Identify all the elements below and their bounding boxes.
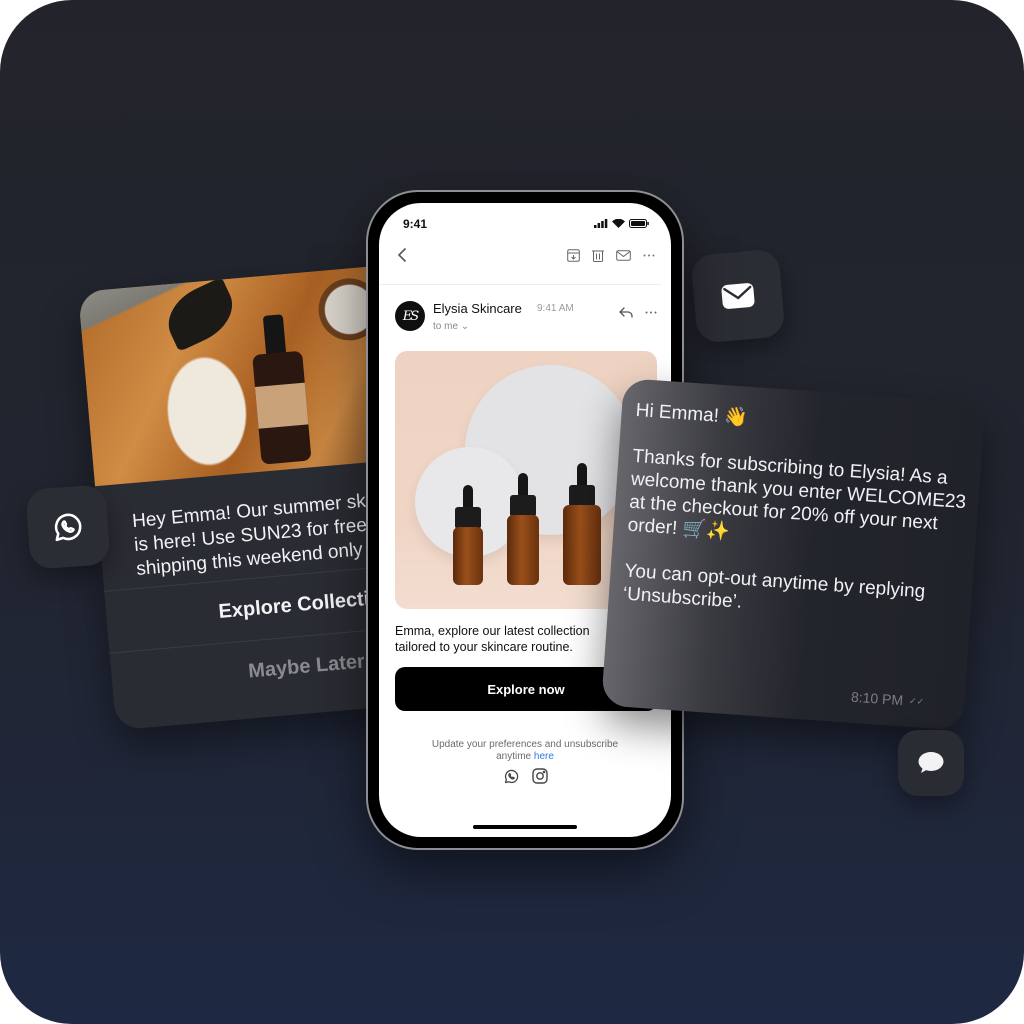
wifi-icon: [612, 219, 625, 228]
archive-icon[interactable]: [567, 249, 580, 262]
sent-time: 9:41 AM: [537, 303, 574, 314]
read-receipt-icon: ✓✓: [908, 695, 925, 707]
trash-icon[interactable]: [592, 249, 604, 262]
dropper-bottle: [563, 463, 601, 585]
social-icons: [379, 768, 671, 785]
sms-message-card: Hi Emma! 👋 Thanks for subscribing to Ely…: [601, 378, 986, 731]
unsubscribe-link[interactable]: here: [534, 751, 554, 762]
dropper-bottle: [507, 473, 539, 585]
status-bar: 9:41: [379, 215, 671, 235]
sender-avatar: ES: [395, 301, 425, 331]
dropper-bottle: [453, 485, 483, 585]
email-footer: Update your preferences and unsubscribe …: [379, 739, 671, 763]
whatsapp-icon: [54, 513, 82, 542]
mail-tile: [690, 248, 786, 344]
chat-bubble-icon: [918, 752, 944, 773]
more-icon[interactable]: [643, 254, 655, 257]
chevron-down-icon: ⌄: [460, 321, 470, 332]
whatsapp-tile: [25, 484, 111, 570]
instagram-icon[interactable]: [531, 768, 548, 784]
sms-message-text: Hi Emma! 👋 Thanks for subscribing to Ely…: [622, 399, 976, 629]
chat-tile: [898, 730, 964, 796]
email-toolbar: [379, 243, 671, 273]
home-indicator: [473, 825, 577, 829]
leaf-decoration: [158, 276, 243, 352]
spray-bottle: [249, 313, 312, 467]
recipient-dropdown[interactable]: to me ⌄: [433, 321, 469, 332]
sms-timestamp: 8:10 PM ✓✓: [851, 689, 925, 710]
footer-line: Update your preferences and unsubscribe: [431, 739, 619, 750]
footer-line: anytime: [496, 751, 532, 762]
whatsapp-icon[interactable]: [503, 768, 520, 785]
signal-icon: [594, 219, 608, 228]
more-icon[interactable]: [645, 311, 657, 314]
reply-icon[interactable]: [619, 307, 633, 318]
recipient-label: to me: [433, 321, 459, 332]
sms-time: 8:10 PM: [850, 688, 904, 709]
status-time: 9:41: [403, 217, 428, 231]
sender-name: Elysia Skincare: [433, 301, 522, 316]
battery-icon: [629, 219, 649, 228]
mail-icon: [721, 283, 755, 309]
back-chevron-icon[interactable]: [397, 247, 407, 263]
background-canvas: Hey Emma! Our summer skincare is here! U…: [0, 0, 1024, 1024]
mail-unread-icon[interactable]: [616, 250, 631, 261]
divider: [379, 284, 661, 285]
email-sender-row: ES Elysia Skincare 9:41 AM to me ⌄: [395, 301, 657, 341]
